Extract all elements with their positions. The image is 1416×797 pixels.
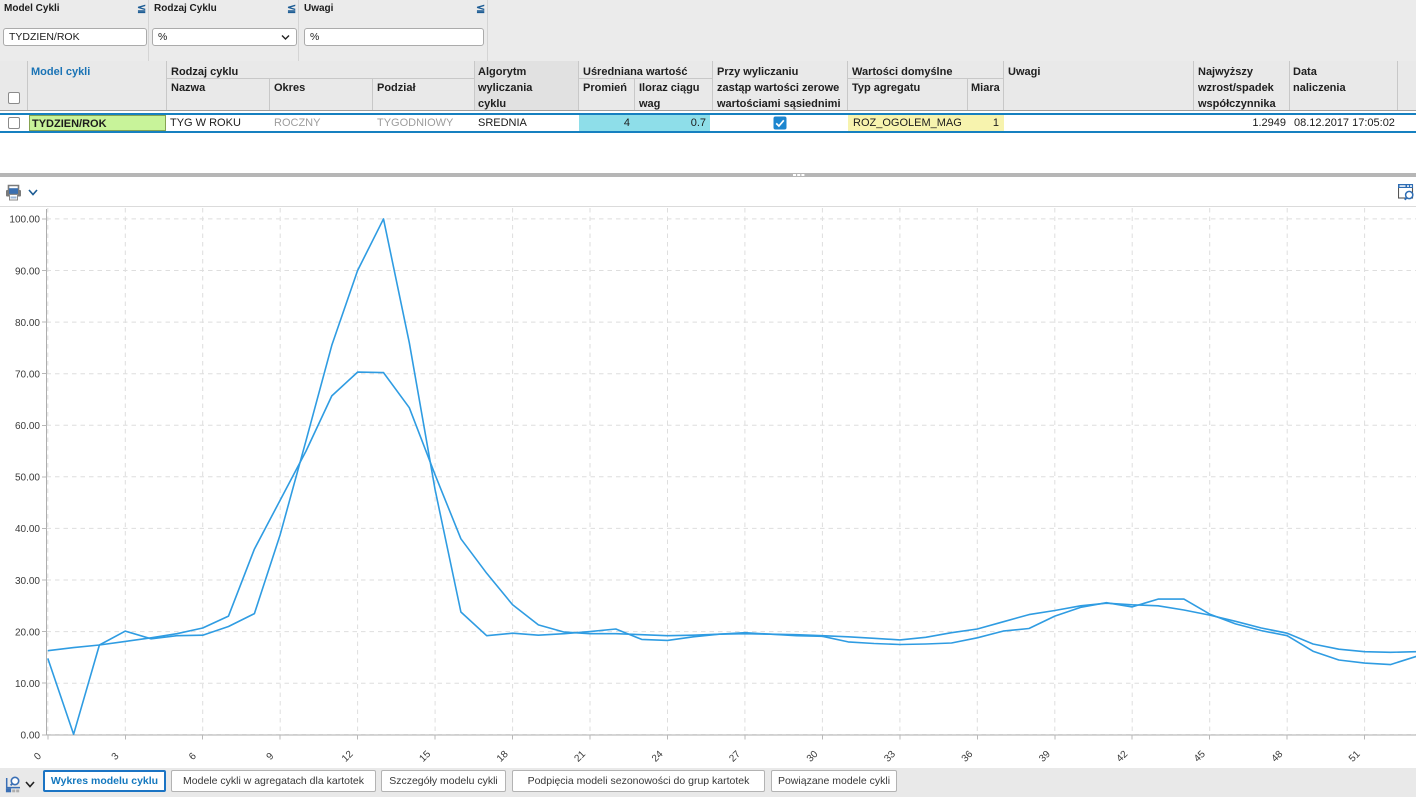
svg-text:36: 36: [960, 749, 976, 765]
svg-text:20.00: 20.00: [15, 627, 40, 638]
svg-text:90.00: 90.00: [15, 266, 40, 277]
svg-text:80.00: 80.00: [15, 318, 40, 329]
svg-text:18: 18: [495, 749, 511, 765]
svg-text:27: 27: [727, 749, 743, 765]
svg-text:60.00: 60.00: [15, 421, 40, 432]
svg-text:42: 42: [1115, 749, 1131, 765]
svg-text:33: 33: [882, 749, 898, 765]
svg-text:48: 48: [1270, 749, 1286, 765]
svg-text:100.00: 100.00: [9, 215, 40, 226]
svg-text:39: 39: [1037, 749, 1053, 765]
svg-text:51: 51: [1347, 749, 1363, 765]
svg-text:15: 15: [418, 749, 434, 765]
svg-text:12: 12: [340, 749, 356, 765]
svg-text:30.00: 30.00: [15, 576, 40, 587]
svg-text:10.00: 10.00: [15, 679, 40, 690]
svg-text:21: 21: [572, 749, 588, 765]
svg-text:24: 24: [650, 749, 666, 765]
svg-text:0: 0: [32, 751, 44, 763]
svg-text:70.00: 70.00: [15, 370, 40, 381]
svg-text:40.00: 40.00: [15, 524, 40, 535]
svg-text:0.00: 0.00: [21, 731, 41, 742]
svg-text:9: 9: [265, 751, 277, 763]
svg-text:6: 6: [187, 751, 199, 763]
svg-text:50.00: 50.00: [15, 473, 40, 484]
svg-text:30: 30: [805, 749, 821, 765]
svg-text:45: 45: [1192, 749, 1208, 765]
svg-text:3: 3: [110, 751, 122, 763]
